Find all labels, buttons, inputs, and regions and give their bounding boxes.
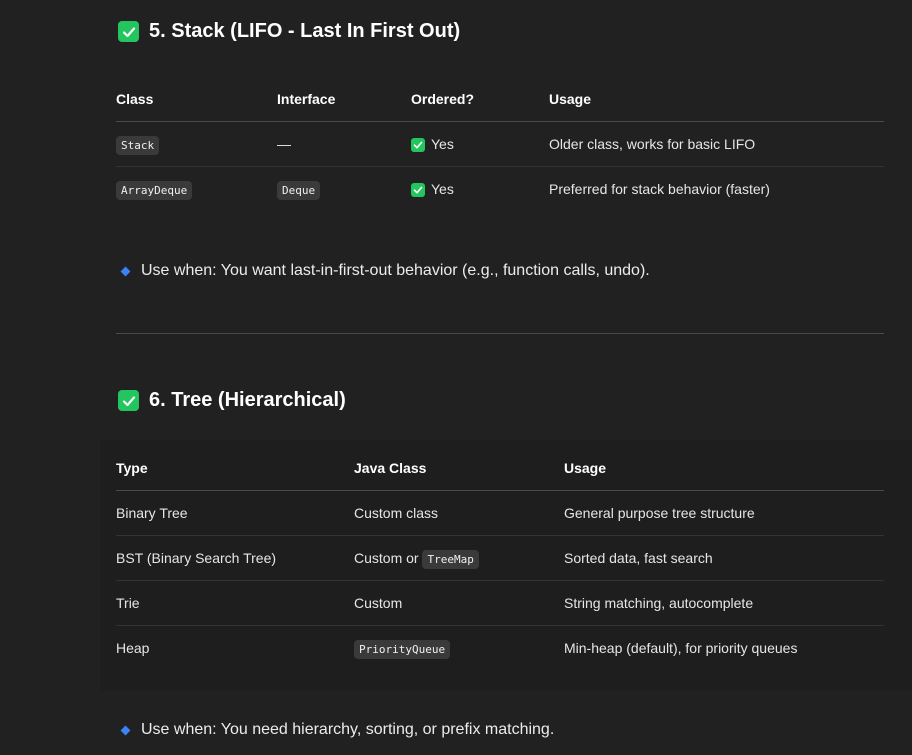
usage-cell: General purpose tree structure [564,490,884,536]
java-class-cell: Custom [354,580,564,626]
table-header-row: Type Java Class Usage [116,446,884,491]
interface-code: Deque [277,181,321,200]
ordered-cell: Yes [411,167,549,212]
type-cell: Binary Tree [116,490,354,536]
type-cell: Heap [116,640,150,656]
column-header: Usage [564,446,884,491]
class-code: TreeMap [422,550,479,569]
table-row: Binary Tree Custom class General purpose… [116,490,884,536]
stack-table: Class Interface Ordered? Usage Stack — Y… [116,77,884,211]
stack-section-heading: 5. Stack (LIFO - Last In First Out) [118,20,460,43]
column-header: Java Class [354,446,564,491]
usage-cell: Preferred for stack behavior (faster) [549,181,770,197]
table-row: Stack — Yes Older class, works for basic… [116,121,884,167]
usage-cell: String matching, autocomplete [564,580,884,626]
interface-cell: — [277,121,411,167]
check-mark-icon [411,138,425,153]
column-header: Interface [277,77,411,122]
table-row: ArrayDeque Deque Yes Preferred for stack… [116,167,884,212]
type-cell: BST (Binary Search Tree) [116,535,354,581]
tree-usage-note: Use when: You need hierarchy, sorting, o… [120,721,554,739]
chat-response: 5. Stack (LIFO - Last In First Out) Clas… [0,0,912,755]
column-header: Ordered? [411,77,549,122]
check-mark-icon [118,21,139,42]
blue-diamond-icon [120,266,131,276]
table-header-row: Class Interface Ordered? Usage [116,77,884,122]
java-class-cell: Custom or TreeMap [354,535,564,581]
usage-cell: Min-heap (default), for priority queues [564,640,798,656]
ordered-cell: Yes [411,121,549,167]
class-code: Stack [116,136,160,155]
column-header: Type [116,446,354,491]
type-cell: Trie [116,580,354,626]
usage-cell: Older class, works for basic LIFO [549,121,884,167]
java-class-cell: PriorityQueue [354,626,564,671]
class-code: PriorityQueue [354,640,451,659]
check-mark-icon [411,183,425,198]
column-header: Class [116,77,277,122]
usage-cell: Sorted data, fast search [564,535,884,581]
tree-section-heading: 6. Tree (Hierarchical) [118,389,346,412]
tree-table: Type Java Class Usage Binary Tree Custom… [116,446,884,670]
section-divider [116,333,884,334]
java-class-cell: Custom class [354,490,564,536]
tree-section-title: 6. Tree (Hierarchical) [149,389,346,411]
table-row: Heap PriorityQueue Min-heap (default), f… [116,626,884,671]
check-mark-icon [118,390,139,411]
stack-usage-note: Use when: You want last-in-first-out beh… [120,262,650,280]
table-row: Trie Custom String matching, autocomplet… [116,580,884,626]
blue-diamond-icon [120,725,131,735]
table-row: BST (Binary Search Tree) Custom or TreeM… [116,535,884,581]
column-header: Usage [549,77,884,122]
stack-section-title: 5. Stack (LIFO - Last In First Out) [149,20,461,42]
class-code: ArrayDeque [116,181,193,200]
